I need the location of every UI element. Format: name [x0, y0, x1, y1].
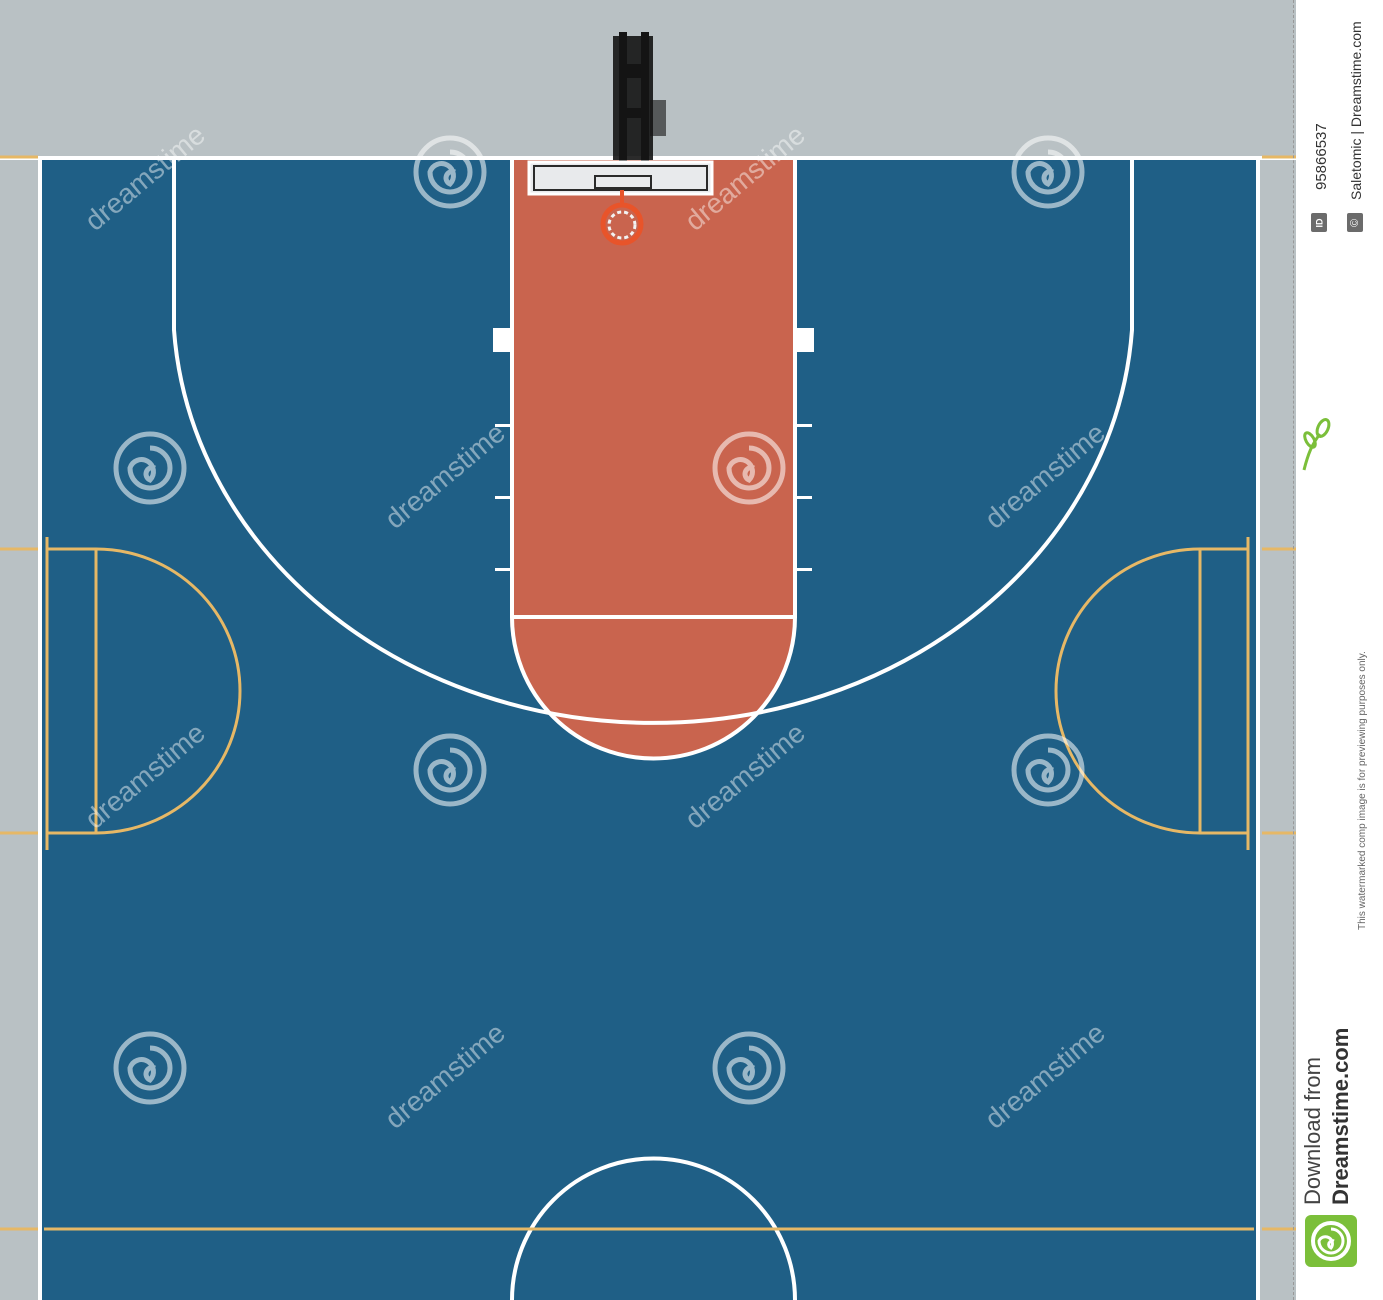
image-id: 95866537: [1313, 123, 1330, 190]
leaf-icon: [1302, 418, 1331, 471]
lane-block-right: [797, 328, 814, 352]
preview-note: This watermarked comp image is for previ…: [1357, 651, 1368, 930]
lane-hash: [797, 424, 812, 427]
lane-hash: [495, 568, 510, 571]
lane-hash: [797, 496, 812, 499]
lane-block-left: [493, 328, 510, 352]
aerial-basketball-court-photo: dreamstime dreamstime dreamstime dreamst…: [0, 0, 1296, 1300]
lane-hash: [495, 496, 510, 499]
id-badge: ID: [1311, 213, 1327, 232]
sidebar-divider: [1293, 0, 1297, 1300]
copyright-icon: ©: [1347, 213, 1363, 232]
photo-credit: Saletomic | Dreamstime.com: [1348, 21, 1364, 200]
lane-hash: [797, 568, 812, 571]
download-from-label: Download from: [1300, 1057, 1325, 1205]
site-name: Dreamstime.com: [1328, 1027, 1353, 1205]
paint-key: [510, 158, 796, 759]
dreamstime-logo-icon: [1305, 1215, 1357, 1267]
